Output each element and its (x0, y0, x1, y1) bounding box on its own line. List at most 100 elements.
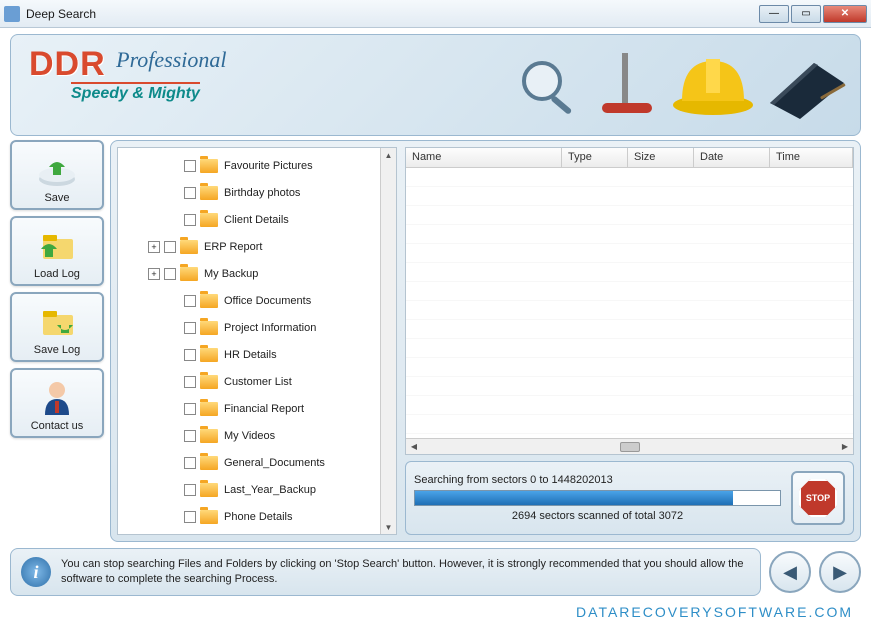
checkbox[interactable] (184, 160, 196, 172)
folder-icon (200, 159, 218, 173)
contact-label: Contact us (31, 420, 84, 432)
col-name[interactable]: Name (406, 148, 562, 167)
save-button[interactable]: Save (10, 140, 104, 210)
tree-item[interactable]: +My Videos (124, 422, 394, 449)
checkbox[interactable] (164, 268, 176, 280)
scroll-up-icon[interactable]: ▲ (382, 148, 396, 162)
hardhat-icon (670, 43, 756, 123)
stop-search-button[interactable]: STOP (791, 471, 845, 525)
file-hscrollbar[interactable]: ◀ ▶ (406, 438, 853, 454)
app-icon (4, 6, 20, 22)
tree-item[interactable]: +General_Documents (124, 449, 394, 476)
window-title: Deep Search (26, 7, 757, 21)
col-size[interactable]: Size (628, 148, 694, 167)
folder-icon (200, 510, 218, 524)
folder-tree[interactable]: +Favourite Pictures+Birthday photos+Clie… (117, 147, 397, 535)
checkbox[interactable] (184, 349, 196, 361)
brand-tagline: Speedy & Mighty (71, 82, 200, 103)
tree-item[interactable]: +Office Documents (124, 287, 394, 314)
brand-product: Professional (116, 47, 226, 72)
checkbox[interactable] (184, 430, 196, 442)
close-button[interactable]: ✕ (823, 5, 867, 23)
tree-item-label: Birthday photos (224, 187, 300, 199)
maximize-button[interactable]: ▭ (791, 5, 821, 23)
magnifier-icon (514, 53, 584, 123)
scroll-left-icon[interactable]: ◀ (406, 440, 422, 454)
save-log-button[interactable]: Save Log (10, 292, 104, 362)
next-button[interactable]: ▶ (819, 551, 861, 593)
tree-item[interactable]: +Favourite Pictures (124, 152, 394, 179)
folder-icon (200, 483, 218, 497)
scroll-down-icon[interactable]: ▼ (382, 520, 396, 534)
tree-item[interactable]: +Project Information (124, 314, 394, 341)
checkbox[interactable] (164, 241, 176, 253)
person-icon (33, 376, 81, 418)
tree-item-label: My Backup (204, 268, 258, 280)
screwdriver-icon (592, 43, 662, 123)
tree-item-label: Financial Report (224, 403, 304, 415)
tree-item-label: Phone Details (224, 511, 293, 523)
tree-item-label: Customer List (224, 376, 292, 388)
col-date[interactable]: Date (694, 148, 770, 167)
tree-item[interactable]: +Customer List (124, 368, 394, 395)
checkbox[interactable] (184, 403, 196, 415)
expand-icon[interactable]: + (148, 268, 160, 280)
progress-fill (415, 491, 733, 505)
tree-item[interactable]: +ERP Report (124, 233, 394, 260)
tree-item-label: General_Documents (224, 457, 325, 469)
checkbox[interactable] (184, 376, 196, 388)
load-log-label: Load Log (34, 268, 80, 280)
checkbox[interactable] (184, 322, 196, 334)
tree-item[interactable]: +HR Details (124, 341, 394, 368)
checkbox[interactable] (184, 295, 196, 307)
banner-graphics (514, 43, 850, 123)
checkbox[interactable] (184, 187, 196, 199)
info-icon: i (21, 557, 51, 587)
tree-item[interactable]: +Phone Details (124, 503, 394, 530)
checkbox[interactable] (184, 484, 196, 496)
contact-us-button[interactable]: Contact us (10, 368, 104, 438)
scroll-right-icon[interactable]: ▶ (837, 440, 853, 454)
file-list-body[interactable] (406, 168, 853, 438)
folder-icon (200, 213, 218, 227)
col-time[interactable]: Time (770, 148, 853, 167)
folder-load-icon (33, 224, 81, 266)
folder-icon (200, 321, 218, 335)
tree-scrollbar[interactable]: ▲ ▼ (380, 148, 396, 534)
tree-item-label: Client Details (224, 214, 289, 226)
notebook-icon (764, 53, 850, 123)
folder-icon (200, 294, 218, 308)
tree-item[interactable]: +Client Details (124, 206, 394, 233)
folder-icon (180, 267, 198, 281)
tree-item[interactable]: +Birthday photos (124, 179, 394, 206)
tree-item-label: HR Details (224, 349, 277, 361)
disk-save-icon (33, 148, 81, 190)
tree-item-label: Last_Year_Backup (224, 484, 316, 496)
tree-item-label: Project Information (224, 322, 316, 334)
website-link[interactable]: DATARECOVERYSOFTWARE.COM (576, 604, 853, 620)
folder-icon (200, 456, 218, 470)
stop-icon: STOP (799, 479, 837, 517)
save-log-label: Save Log (34, 344, 80, 356)
minimize-button[interactable]: — (759, 5, 789, 23)
content-panel: +Favourite Pictures+Birthday photos+Clie… (110, 140, 861, 542)
save-label: Save (44, 192, 69, 204)
tree-item[interactable]: +Financial Report (124, 395, 394, 422)
checkbox[interactable] (184, 511, 196, 523)
progress-status: Searching from sectors 0 to 1448202013 (414, 474, 781, 486)
footer-link[interactable]: DATARECOVERYSOFTWARE.COM (0, 596, 871, 622)
load-log-button[interactable]: Load Log (10, 216, 104, 286)
file-list-header: Name Type Size Date Time (406, 148, 853, 168)
info-box: i You can stop searching Files and Folde… (10, 548, 761, 596)
scroll-thumb[interactable] (620, 442, 640, 452)
folder-icon (200, 186, 218, 200)
brand-logo: DDR (29, 45, 106, 84)
expand-icon[interactable]: + (148, 241, 160, 253)
col-type[interactable]: Type (562, 148, 628, 167)
checkbox[interactable] (184, 457, 196, 469)
tree-item[interactable]: + My Backup (124, 260, 394, 287)
prev-button[interactable]: ◀ (769, 551, 811, 593)
progress-subtext: 2694 sectors scanned of total 3072 (414, 510, 781, 522)
checkbox[interactable] (184, 214, 196, 226)
tree-item[interactable]: +Last_Year_Backup (124, 476, 394, 503)
